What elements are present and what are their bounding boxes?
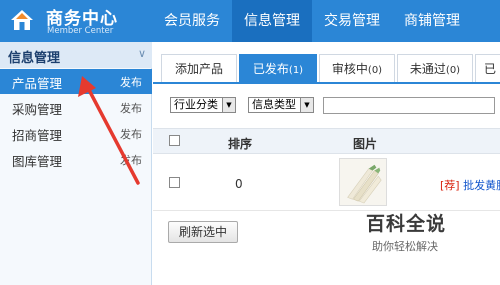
product-title-link[interactable]: 批发黄腊 <box>463 179 500 192</box>
refresh-selected-button[interactable]: 刷新选中 <box>168 221 238 243</box>
info-type-select[interactable]: 信息类型 ▼ <box>248 97 314 113</box>
industry-select-value: 行业分类 <box>174 98 218 111</box>
sidebar-section-title: 信息管理 <box>8 51 61 66</box>
column-header-sort: 排序 <box>228 137 253 151</box>
tab-under-review[interactable]: 审核中(0) <box>319 54 395 82</box>
sidebar-item-label: 图库管理 <box>12 154 63 169</box>
column-header-image: 图片 <box>353 137 378 151</box>
app-subtitle: Member Center <box>47 26 114 36</box>
nav-info-management[interactable]: 信息管理 <box>232 0 312 42</box>
publish-link[interactable]: 发布 <box>120 74 142 90</box>
tab-rejected[interactable]: 未通过(0) <box>397 54 473 82</box>
tab-more[interactable]: 已 <box>475 54 500 82</box>
tab-label: 已发布 <box>252 62 289 76</box>
publish-link[interactable]: 发布 <box>120 126 142 142</box>
top-header: 商务中心 Member Center 会员服务 信息管理 交易管理 商铺管理 网 <box>0 0 500 42</box>
industry-select[interactable]: 行业分类 ▼ <box>170 97 236 113</box>
nav-more[interactable]: 网 <box>472 0 500 42</box>
sidebar-item-label: 产品管理 <box>12 76 63 91</box>
watermark-subtitle: 助你轻松解决 <box>372 240 438 253</box>
row-checkbox[interactable] <box>169 177 180 188</box>
tab-label: 添加产品 <box>174 62 223 76</box>
sidebar-item-purchasing[interactable]: 采购管理 发布 <box>0 95 152 120</box>
search-input[interactable] <box>323 97 495 114</box>
sidebar-item-label: 招商管理 <box>12 128 63 143</box>
sidebar-item-investment[interactable]: 招商管理 发布 <box>0 121 152 146</box>
table-header: 排序 图片 <box>153 128 500 154</box>
filter-bar: 行业分类 ▼ 信息类型 ▼ <box>153 94 500 118</box>
tab-published[interactable]: 已发布(1) <box>239 54 317 82</box>
nav-member-services[interactable]: 会员服务 <box>152 0 232 42</box>
sidebar: 信息管理 ∨ 产品管理 发布 采购管理 发布 招商管理 发布 图库管理 发布 <box>0 42 152 285</box>
tab-add-product[interactable]: 添加产品 <box>161 54 237 82</box>
tab-count: (1) <box>288 65 304 76</box>
tab-count: (0) <box>367 65 383 76</box>
tab-label: 未通过 <box>409 62 446 76</box>
tab-label: 已 <box>483 62 496 76</box>
product-title[interactable]: [荐] 批发黄腊 <box>440 177 500 193</box>
publish-link[interactable]: 发布 <box>120 100 142 116</box>
main-content: 添加产品 已发布(1) 审核中(0) 未通过(0) 已 行业分类 ▼ 信息类型 … <box>153 42 500 285</box>
dropdown-arrow-icon: ▼ <box>300 98 313 112</box>
sidebar-item-products[interactable]: 产品管理 发布 <box>0 69 152 94</box>
dropdown-arrow-icon: ▼ <box>222 98 235 112</box>
sidebar-item-gallery[interactable]: 图库管理 发布 <box>0 147 152 172</box>
table-row: 0 [荐] 批发黄腊 <box>153 155 500 211</box>
product-thumbnail[interactable] <box>339 158 387 206</box>
sort-value: 0 <box>235 177 243 191</box>
logo[interactable]: 商务中心 Member Center <box>0 0 152 42</box>
tab-bar: 添加产品 已发布(1) 审核中(0) 未通过(0) 已 <box>153 54 500 84</box>
info-type-select-value: 信息类型 <box>252 98 296 111</box>
chevron-down-icon: ∨ <box>137 47 146 60</box>
recommend-tag: [荐] <box>440 179 460 192</box>
home-icon <box>11 10 33 30</box>
nav-shop-management[interactable]: 商铺管理 <box>392 0 472 42</box>
sidebar-item-label: 采购管理 <box>12 102 63 117</box>
tab-label: 审核中 <box>331 62 368 76</box>
main-nav: 会员服务 信息管理 交易管理 商铺管理 网 <box>152 0 500 42</box>
tab-count: (0) <box>445 65 461 76</box>
publish-link[interactable]: 发布 <box>120 152 142 168</box>
select-all-checkbox[interactable] <box>169 135 180 146</box>
watermark-title: 百科全说 <box>366 213 447 235</box>
page: 商务中心 Member Center 会员服务 信息管理 交易管理 商铺管理 网… <box>0 0 500 285</box>
nav-trade-management[interactable]: 交易管理 <box>312 0 392 42</box>
sidebar-section-header[interactable]: 信息管理 ∨ <box>0 42 152 68</box>
